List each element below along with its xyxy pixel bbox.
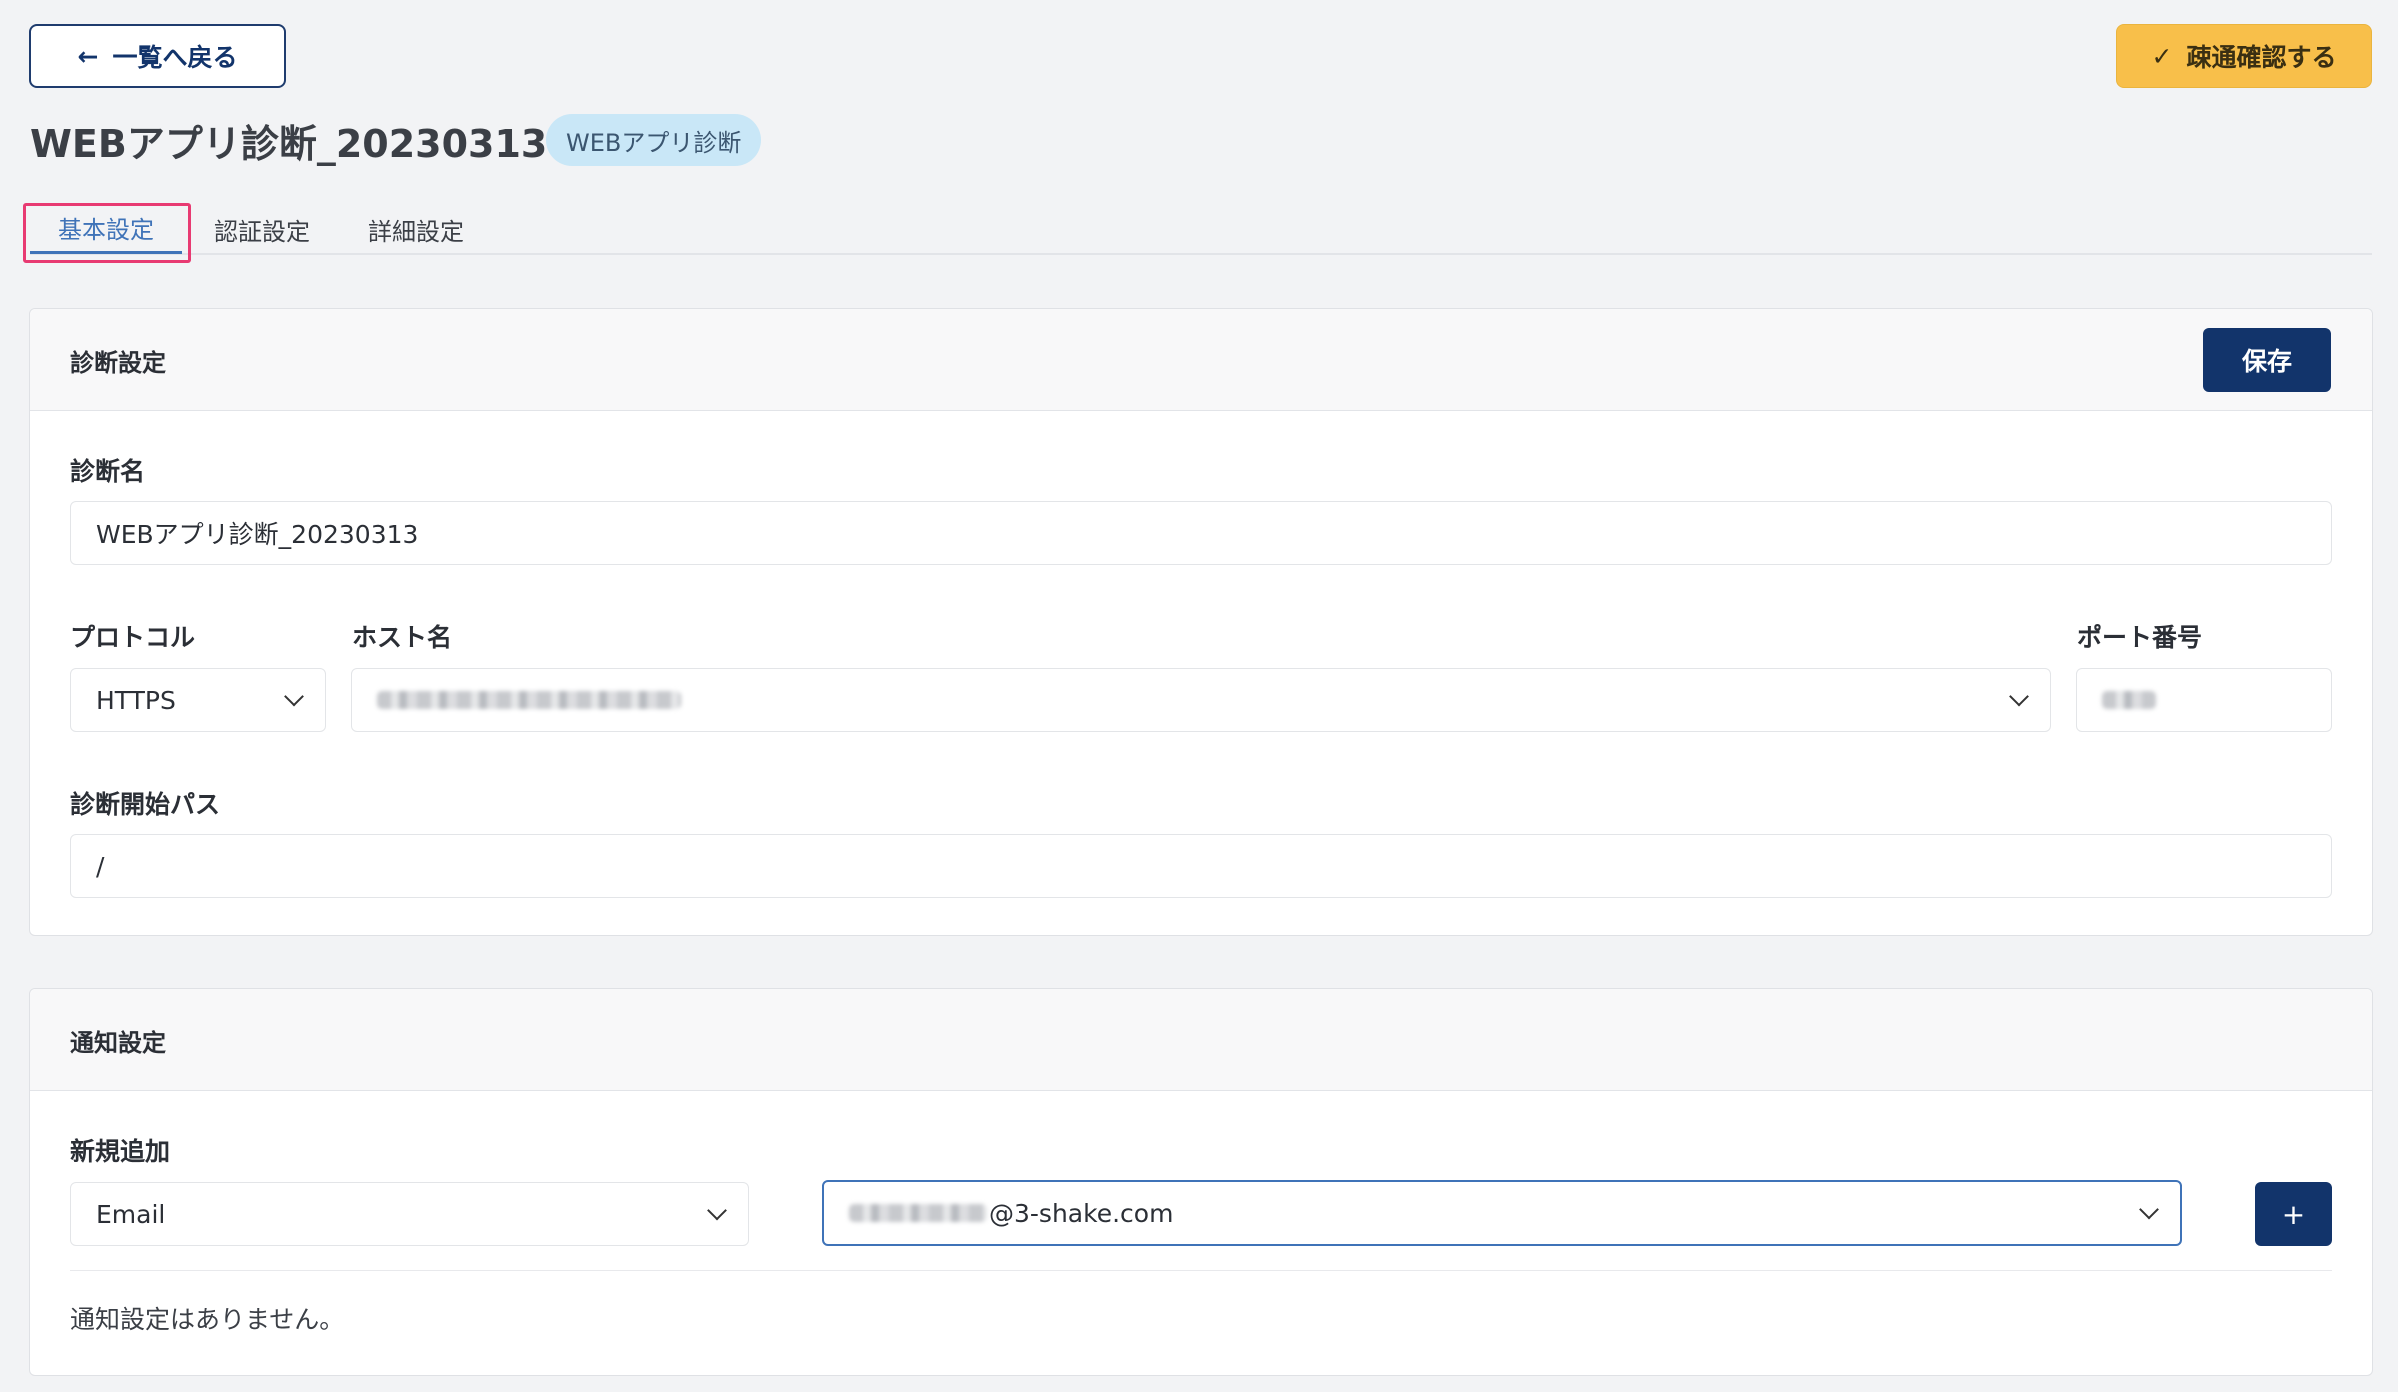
back-button-label: 一覧へ戻る xyxy=(112,43,238,72)
page-title: WEBアプリ診断_20230313 xyxy=(30,121,548,166)
redacted-port-value xyxy=(2102,691,2156,709)
check-button-label: 疎通確認する xyxy=(2186,43,2337,72)
tab-basic-settings[interactable]: 基本設定 xyxy=(30,204,182,254)
back-to-list-button[interactable]: ← 一覧へ戻る xyxy=(29,24,286,88)
notification-divider xyxy=(70,1270,2332,1271)
chevron-down-icon xyxy=(2009,686,2029,707)
add-notification-button[interactable]: + xyxy=(2255,1182,2332,1246)
redacted-host-value xyxy=(377,691,681,709)
port-input[interactable] xyxy=(2076,668,2332,732)
host-label: ホスト名 xyxy=(352,623,453,652)
protocol-label: プロトコル xyxy=(70,623,196,652)
plus-icon: + xyxy=(2281,1197,2306,1231)
no-notification-message: 通知設定はありません。 xyxy=(70,1305,345,1334)
chevron-down-icon xyxy=(707,1200,727,1221)
chevron-down-icon xyxy=(2139,1199,2159,1220)
diagnosis-name-value: WEBアプリ診断_20230313 xyxy=(96,520,419,549)
notification-type-value: Email xyxy=(96,1199,166,1229)
arrow-left-icon: ← xyxy=(77,41,99,71)
chevron-down-icon xyxy=(284,686,304,707)
check-icon: ✓ xyxy=(2151,41,2173,71)
protocol-select[interactable]: HTTPS xyxy=(70,668,326,732)
tab-detail-settings[interactable]: 詳細設定 xyxy=(354,204,478,254)
connectivity-check-button[interactable]: ✓ 疎通確認する xyxy=(2116,24,2372,88)
diagnosis-name-label: 診断名 xyxy=(70,457,146,486)
notification-section-title: 通知設定 xyxy=(70,1028,166,1057)
port-label: ポート番号 xyxy=(2077,623,2203,652)
notification-type-select[interactable]: Email xyxy=(70,1182,749,1246)
redacted-email-user xyxy=(849,1204,987,1222)
diagnosis-card-header xyxy=(30,309,2372,411)
save-button[interactable]: 保存 xyxy=(2203,328,2331,392)
start-path-value: / xyxy=(96,851,105,881)
start-path-input[interactable]: / xyxy=(70,834,2332,898)
notification-card-header xyxy=(30,989,2372,1091)
new-notification-label: 新規追加 xyxy=(70,1137,171,1166)
diagnosis-section-title: 診断設定 xyxy=(70,348,166,377)
diagnosis-name-input[interactable]: WEBアプリ診断_20230313 xyxy=(70,501,2332,565)
start-path-label: 診断開始パス xyxy=(70,790,221,819)
protocol-value: HTTPS xyxy=(96,685,176,715)
notification-email-select[interactable]: @3-shake.com xyxy=(822,1180,2182,1246)
host-select[interactable] xyxy=(351,668,2051,732)
diagnosis-type-badge: WEBアプリ診断 xyxy=(546,114,762,166)
email-domain-value: @3-shake.com xyxy=(989,1198,1174,1228)
tab-auth-settings[interactable]: 認証設定 xyxy=(200,204,324,254)
